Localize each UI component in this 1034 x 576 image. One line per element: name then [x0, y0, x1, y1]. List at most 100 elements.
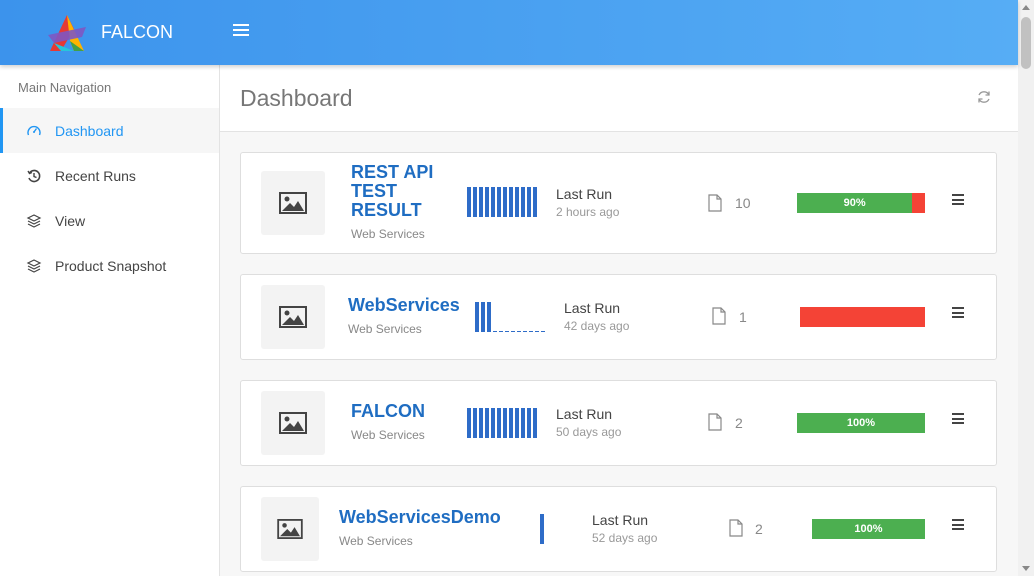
project-subtitle: Web Services: [339, 534, 413, 548]
image-placeholder-icon: [261, 285, 325, 349]
page-scrollbar[interactable]: [1018, 0, 1034, 576]
gauge-icon: [26, 123, 42, 139]
app-title[interactable]: FALCON: [101, 22, 173, 43]
spark-bar: [497, 408, 501, 438]
spark-bar: [509, 187, 513, 217]
page-title: Dashboard: [240, 85, 353, 111]
image-placeholder-icon: [261, 391, 325, 455]
spark-bar: [540, 514, 544, 544]
fail-segment: [800, 307, 925, 327]
project-subtitle: Web Services: [351, 428, 425, 442]
main-content: Dashboard REST API TEST RESULT Web Servi…: [220, 65, 1018, 576]
spark-gap: [523, 331, 527, 332]
last-run-time: 2 hours ago: [556, 205, 620, 219]
history-icon: [26, 168, 42, 184]
project-title[interactable]: WebServicesDemo: [339, 508, 501, 527]
spark-bar: [467, 187, 471, 217]
spark-bar: [485, 187, 489, 217]
spark-bar: [533, 408, 537, 438]
spark-bar: [497, 187, 501, 217]
spark-bar: [533, 187, 537, 217]
page-header: Dashboard: [220, 65, 1018, 132]
sidebar-item-view[interactable]: View: [0, 198, 219, 243]
layers-icon: [26, 213, 42, 229]
last-run-time: 42 days ago: [564, 319, 630, 333]
sidebar-item-label: Dashboard: [55, 122, 124, 139]
falcon-logo-icon[interactable]: [44, 11, 90, 55]
refresh-icon[interactable]: [976, 89, 992, 105]
spark-bar: [485, 408, 489, 438]
nav-heading: Main Navigation: [18, 80, 112, 95]
top-bar: FALCON: [0, 0, 1018, 65]
spark-bar: [491, 187, 495, 217]
spark-bar: [515, 408, 519, 438]
last-run-label: Last Run: [564, 300, 621, 316]
file-icon: [729, 519, 743, 537]
spark-gap: [517, 331, 521, 332]
pass-rate-bar: 100%: [812, 519, 925, 539]
file-count: 1: [739, 309, 747, 325]
spark-gap: [511, 331, 515, 332]
fail-segment: [912, 193, 925, 213]
scrollbar-thumb[interactable]: [1021, 17, 1031, 69]
spark-gap: [529, 331, 533, 332]
last-run-label: Last Run: [592, 512, 649, 528]
project-title[interactable]: FALCON: [351, 402, 425, 421]
spark-gap: [535, 331, 539, 332]
spark-bar: [527, 187, 531, 217]
sidebar-item-dashboard[interactable]: Dashboard: [0, 108, 219, 153]
spark-bar: [521, 408, 525, 438]
file-icon: [708, 194, 722, 212]
spark-bar: [503, 408, 507, 438]
spark-bar: [467, 408, 471, 438]
project-title[interactable]: WebServices: [348, 296, 460, 315]
row-menu-icon[interactable]: [952, 307, 964, 318]
file-icon: [712, 307, 726, 325]
run-history-sparkline: [467, 408, 539, 438]
file-count: 10: [735, 195, 751, 211]
project-title[interactable]: REST API TEST RESULT: [351, 163, 433, 220]
spark-gap: [493, 331, 497, 332]
row-menu-icon[interactable]: [952, 194, 964, 205]
pass-rate-bar: [800, 307, 925, 327]
pass-segment: 90%: [797, 193, 913, 213]
spark-gap: [541, 331, 545, 332]
scroll-down-icon[interactable]: [1022, 566, 1030, 571]
sidebar-item-recent-runs[interactable]: Recent Runs: [0, 153, 219, 198]
spark-bar: [473, 187, 477, 217]
spark-bar: [487, 302, 491, 332]
spark-bar: [473, 408, 477, 438]
row-menu-icon[interactable]: [952, 413, 964, 424]
spark-bar: [515, 187, 519, 217]
row-menu-icon[interactable]: [952, 519, 964, 530]
pass-segment: 100%: [812, 519, 925, 539]
pass-rate-bar: 90%: [797, 193, 925, 213]
run-history-sparkline: [475, 302, 547, 332]
pass-rate-bar: 100%: [797, 413, 925, 433]
spark-bar: [527, 408, 531, 438]
pass-segment: 100%: [797, 413, 925, 433]
image-placeholder-icon: [261, 171, 325, 235]
project-card: WebServicesDemo Web Services Last Run 52…: [240, 486, 997, 572]
file-count: 2: [755, 521, 763, 537]
spark-bar: [481, 302, 485, 332]
last-run-label: Last Run: [556, 406, 613, 422]
spark-bar: [475, 302, 479, 332]
run-history-sparkline: [540, 514, 546, 544]
spark-bar: [491, 408, 495, 438]
spark-bar: [503, 187, 507, 217]
last-run-time: 52 days ago: [592, 531, 658, 545]
image-placeholder-icon: [261, 497, 319, 561]
spark-bar: [479, 187, 483, 217]
project-subtitle: Web Services: [351, 227, 425, 241]
spark-bar: [479, 408, 483, 438]
menu-toggle-icon[interactable]: [233, 24, 249, 38]
last-run-label: Last Run: [556, 186, 613, 202]
sidebar-item-product-snapshot[interactable]: Product Snapshot: [0, 243, 219, 288]
sidebar-item-label: Recent Runs: [55, 167, 136, 184]
run-history-sparkline: [467, 187, 539, 217]
scroll-up-icon[interactable]: [1022, 5, 1030, 10]
project-subtitle: Web Services: [348, 322, 422, 336]
layers-icon: [26, 258, 42, 274]
project-card: WebServices Web Services Last Run 42 day…: [240, 274, 997, 360]
